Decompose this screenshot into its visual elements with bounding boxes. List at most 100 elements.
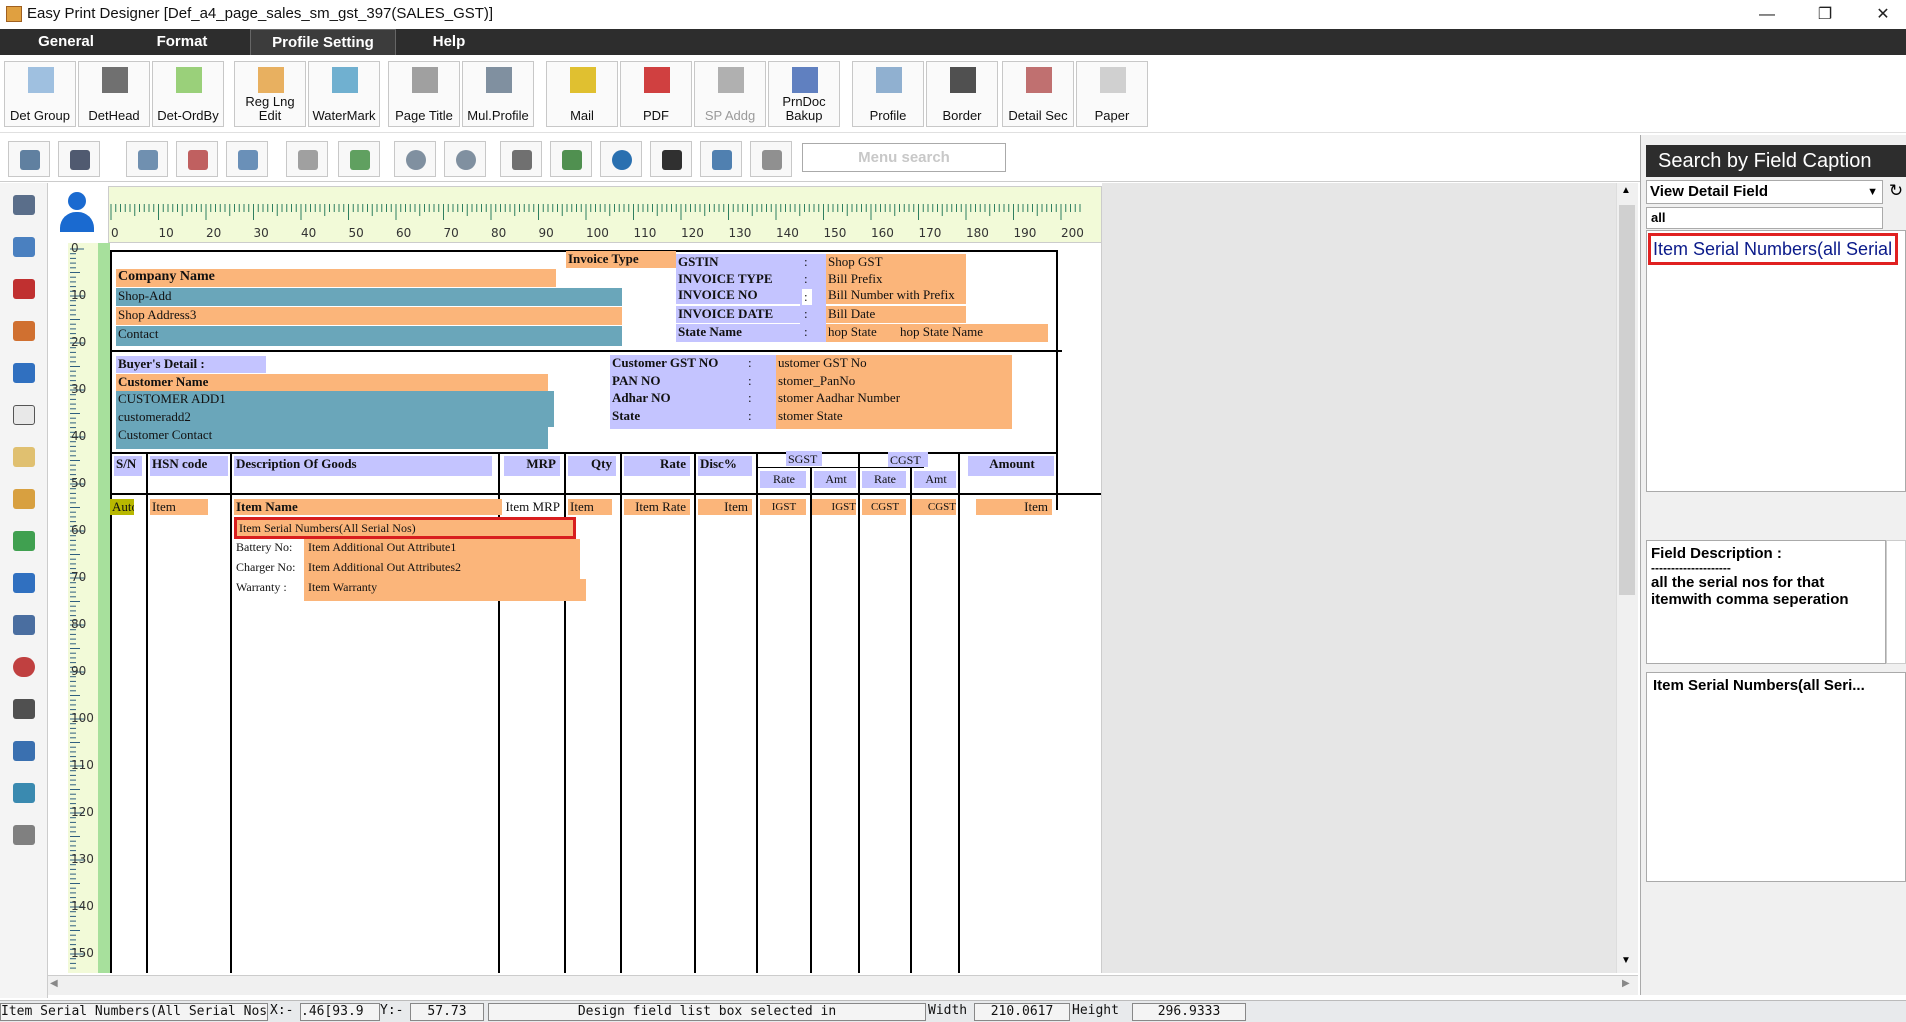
scroll-left-icon[interactable]: ◀ xyxy=(50,978,58,989)
keyboard-icon[interactable] xyxy=(650,141,692,177)
minimize-icon[interactable]: — xyxy=(1744,0,1790,29)
paper-button[interactable]: Paper xyxy=(1076,61,1148,127)
col-cgst[interactable]: CGST xyxy=(888,452,928,467)
note-tool-icon[interactable] xyxy=(5,439,43,475)
bill-prefix-field[interactable]: Bill Prefix xyxy=(826,271,966,287)
dots-tool-icon[interactable] xyxy=(5,355,43,391)
cgst-amt-field[interactable]: CGST xyxy=(912,499,956,515)
scroll-right-icon[interactable]: ▶ xyxy=(1622,978,1630,989)
item-name-field[interactable]: Item Name xyxy=(234,499,502,515)
print-icon[interactable] xyxy=(58,141,100,177)
det-ordby-button[interactable]: Det-OrdBy xyxy=(152,61,224,127)
bill-date-field[interactable]: Bill Date xyxy=(826,306,966,323)
sp-addg-button[interactable]: SP Addg xyxy=(694,61,766,127)
pan-no-label[interactable]: PAN NO xyxy=(610,373,778,390)
invoice-type-field[interactable]: Invoice Type xyxy=(566,251,676,268)
pen-tool-icon[interactable] xyxy=(5,313,43,349)
rectangle-tool-icon[interactable] xyxy=(5,397,43,433)
stack-tool-icon[interactable] xyxy=(5,817,43,853)
col-sgst[interactable]: SGST xyxy=(786,451,822,466)
det-group-button[interactable]: Det Group xyxy=(4,61,76,127)
item-disc-field[interactable]: Item xyxy=(698,499,752,515)
col-rate[interactable]: Rate xyxy=(624,456,690,476)
edit-icon[interactable] xyxy=(126,141,168,177)
mul-profile-button[interactable]: Mul.Profile xyxy=(462,61,534,127)
page-title-button[interactable]: Page Title xyxy=(388,61,460,127)
customer-state-field[interactable]: stomer State xyxy=(776,408,1012,429)
border-button[interactable]: Border xyxy=(926,61,998,127)
mail-button[interactable]: Mail xyxy=(546,61,618,127)
bill-number-field[interactable]: Bill Number with Prefix xyxy=(826,287,966,304)
report-tool-icon[interactable] xyxy=(5,733,43,769)
scroll-down-icon[interactable]: ▼ xyxy=(1621,955,1631,966)
profile-button[interactable]: Profile xyxy=(852,61,924,127)
item-mrp-field[interactable]: Item MRP xyxy=(502,499,562,515)
customer-add1-field[interactable]: CUSTOMER ADD1 xyxy=(116,391,554,409)
menu-profile-setting[interactable]: Profile Setting xyxy=(250,29,396,55)
cloud-download-icon[interactable] xyxy=(444,141,486,177)
globe-icon[interactable] xyxy=(600,141,642,177)
computer-icon[interactable] xyxy=(700,141,742,177)
eraser-icon[interactable] xyxy=(500,141,542,177)
col-cgst-amt[interactable]: Amt xyxy=(914,471,956,488)
col-hsn[interactable]: HSN code xyxy=(150,456,228,476)
igst-amt-field[interactable]: IGST xyxy=(812,499,856,515)
prndoc-bakup-button[interactable]: PrnDoc Bakup xyxy=(768,61,840,127)
adhar-no-label[interactable]: Adhar NO xyxy=(610,390,778,408)
auto-field[interactable]: Auto xyxy=(110,499,134,515)
list-tool-icon[interactable] xyxy=(5,565,43,601)
col-sn[interactable]: S/N xyxy=(114,456,142,476)
calendar-tool-icon[interactable] xyxy=(5,691,43,727)
igst-rate-field[interactable]: IGST xyxy=(760,499,806,515)
item-amount-field[interactable]: Item xyxy=(976,499,1052,515)
menu-format[interactable]: Format xyxy=(136,29,228,55)
battery-row[interactable]: Battery No: Item Additional Out Attribut… xyxy=(234,539,580,559)
col-sgst-amt[interactable]: Amt xyxy=(814,471,856,488)
layout-tool-icon[interactable] xyxy=(5,229,43,265)
pdf-button[interactable]: PDF xyxy=(620,61,692,127)
customer-name-field[interactable]: Customer Name xyxy=(116,374,548,391)
fax-icon[interactable] xyxy=(750,141,792,177)
refresh-icon[interactable]: ↻ xyxy=(1886,181,1906,203)
description-scrollbar[interactable] xyxy=(1886,540,1906,664)
chart-tool-icon[interactable] xyxy=(5,649,43,685)
percent-tool-icon[interactable] xyxy=(5,775,43,811)
col-cgst-rate[interactable]: Rate xyxy=(862,471,906,488)
image-tool-icon[interactable] xyxy=(5,523,43,559)
item-rate-field[interactable]: Item Rate xyxy=(624,499,690,515)
customer-gst-label[interactable]: Customer GST NO xyxy=(610,355,778,373)
cloud-upload-icon[interactable] xyxy=(394,141,436,177)
horizontal-scrollbar[interactable]: ◀ ▶ xyxy=(48,975,1638,995)
charger-row[interactable]: Charger No: Item Additional Out Attribut… xyxy=(234,559,580,579)
shop-state-field[interactable]: hop State xyxy=(826,324,898,342)
design-canvas[interactable]: Invoice Type Company Name Shop-Add Shop … xyxy=(110,243,1102,973)
field-filter-input[interactable]: all xyxy=(1646,207,1883,229)
item-hsn-field[interactable]: Item xyxy=(150,499,208,515)
field-type-select[interactable]: View Detail Field ▼ xyxy=(1646,180,1883,204)
clock-icon[interactable] xyxy=(286,141,328,177)
warranty-row[interactable]: Warranty : Item Warranty xyxy=(234,579,586,601)
menu-help[interactable]: Help xyxy=(416,29,482,55)
state-label[interactable]: State xyxy=(610,408,778,429)
menu-search-input[interactable]: Menu search xyxy=(802,143,1006,172)
col-disc[interactable]: Disc% xyxy=(698,456,752,476)
customer-gst-field[interactable]: ustomer GST No xyxy=(776,355,1012,373)
col-qty[interactable]: Qty xyxy=(568,456,616,476)
col-mrp[interactable]: MRP xyxy=(504,456,560,476)
preview-icon[interactable] xyxy=(8,141,50,177)
field-list[interactable] xyxy=(1646,230,1906,492)
reg-lng-edit-button[interactable]: Reg Lng Edit xyxy=(234,61,306,127)
delete-icon[interactable] xyxy=(176,141,218,177)
customer-aadhar-field[interactable]: stomer Aadhar Number xyxy=(776,390,1012,408)
menu-general[interactable]: General xyxy=(20,29,112,55)
company-name-field[interactable]: Company Name xyxy=(116,269,556,287)
network-icon[interactable] xyxy=(338,141,380,177)
buyers-detail-label[interactable]: Buyer's Detail : xyxy=(116,356,266,373)
shop-address3-field[interactable]: Shop Address3 xyxy=(116,307,622,325)
detail-sec-button[interactable]: Detail Sec xyxy=(1002,61,1074,127)
sync-icon[interactable] xyxy=(550,141,592,177)
field-list-item[interactable]: Item Serial Numbers(all Serial Nos) xyxy=(1648,233,1898,265)
item-qty-field[interactable]: Item xyxy=(568,499,612,515)
line-tool-icon[interactable] xyxy=(5,271,43,307)
col-sgst-rate[interactable]: Rate xyxy=(760,471,806,488)
